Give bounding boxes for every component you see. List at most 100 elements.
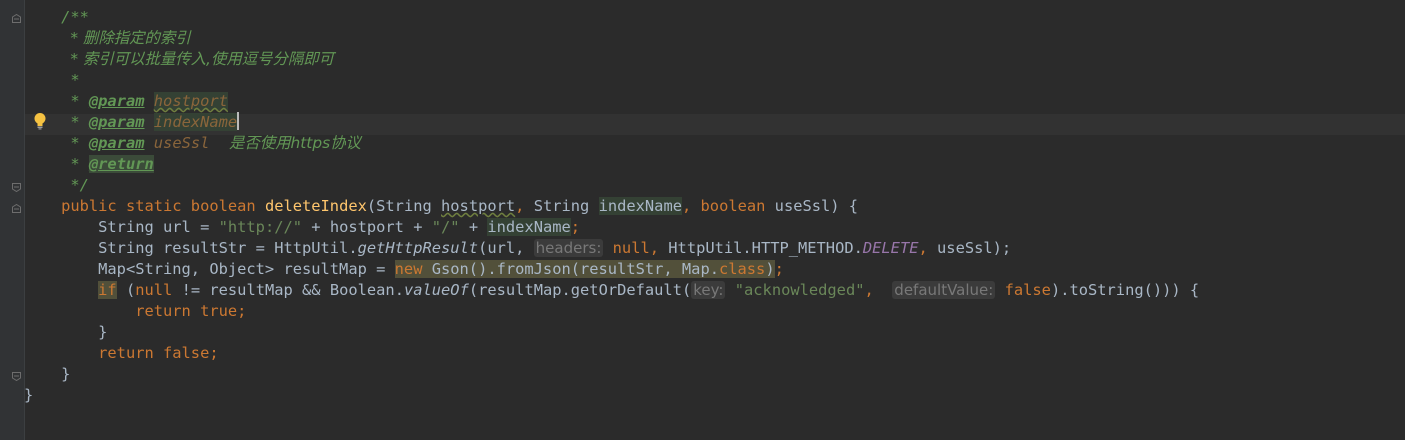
code-token: * <box>70 92 89 110</box>
fold-collapse-icon[interactable] <box>12 14 21 23</box>
code-line[interactable]: * 删除指定的索引 <box>24 28 1199 49</box>
code-token: * <box>70 71 80 89</box>
code-token: ; <box>774 260 784 278</box>
code-line[interactable]: if (null != resultMap && Boolean.valueOf… <box>24 280 1199 301</box>
code-line[interactable]: /** <box>24 7 1199 28</box>
code-token: (resultMap.getOrDefault( <box>468 281 692 299</box>
code-line[interactable]: return true; <box>24 301 1199 322</box>
code-token: */ <box>70 176 89 194</box>
code-token: } <box>24 386 34 404</box>
code-token: false <box>995 281 1051 299</box>
code-token: class <box>718 260 766 278</box>
code-line[interactable]: * @param useSsl 是否使用https协议 <box>24 133 1199 154</box>
code-token: indexName <box>598 197 682 215</box>
code-line[interactable]: public static boolean deleteIndex(String… <box>24 196 1199 217</box>
code-token: boolean <box>700 197 775 215</box>
code-token: * <box>70 113 89 131</box>
code-token: 是否使用https协议 <box>209 134 361 152</box>
fold-collapse-icon[interactable] <box>12 204 21 213</box>
code-token: String url = <box>98 218 219 236</box>
code-token: (String <box>366 197 442 215</box>
code-line[interactable]: * 索引可以批量传入,使用逗号分隔即可 <box>24 49 1199 70</box>
code-token: String resultStr = HttpUtil. <box>98 239 358 257</box>
code-line[interactable]: } <box>24 322 1199 343</box>
code-token: useSsl <box>153 134 210 152</box>
code-line[interactable]: * @param hostport <box>24 91 1199 112</box>
code-token: return false; <box>98 344 219 362</box>
code-token: , <box>649 239 669 257</box>
fold-end-icon[interactable] <box>12 372 21 381</box>
fold-end-icon[interactable] <box>12 183 21 192</box>
code-line[interactable]: * <box>24 70 1199 91</box>
code-token: new Gson().fromJson(resultStr, Map. <box>394 260 719 278</box>
code-token: @return <box>88 155 154 173</box>
code-line[interactable]: String resultStr = HttpUtil.getHttpResul… <box>24 238 1199 259</box>
code-token: , <box>864 281 893 299</box>
code-token: Map<String, Object> resultMap = <box>98 260 395 278</box>
code-token: ; <box>570 218 581 236</box>
text-cursor <box>237 112 240 130</box>
code-line[interactable]: * @param indexName <box>24 112 1199 133</box>
code-token: public static boolean <box>61 197 265 215</box>
code-token: "http://" <box>218 218 303 236</box>
code-token: HttpUtil.HTTP_METHOD. <box>668 239 863 257</box>
code-line[interactable]: * @return <box>24 154 1199 175</box>
code-token: , <box>681 197 701 215</box>
code-token: return true; <box>135 302 247 320</box>
code-token: if <box>98 281 117 299</box>
code-token: indexName <box>487 218 571 236</box>
code-token: String <box>533 197 599 215</box>
code-token: * <box>70 155 89 173</box>
code-token: "/" <box>431 218 460 236</box>
code-token: } <box>61 365 71 383</box>
code-editor[interactable]: /** * 删除指定的索引 * 索引可以批量传入,使用逗号分隔即可 * * @p… <box>24 7 1199 406</box>
code-line[interactable]: Map<String, Object> resultMap = new Gson… <box>24 259 1199 280</box>
code-line[interactable]: } <box>24 385 1199 406</box>
code-token: + hostport + <box>302 218 432 236</box>
code-token: ) <box>765 260 775 278</box>
code-token: useSsl) { <box>774 197 859 215</box>
code-token: != resultMap && Boolean. <box>172 281 404 299</box>
code-token: hostport <box>441 197 516 215</box>
code-line[interactable]: String url = "http://" + hostport + "/" … <box>24 217 1199 238</box>
code-token: , <box>515 197 534 215</box>
code-token: @param <box>88 92 145 110</box>
code-token: ( <box>116 281 136 299</box>
code-token: , <box>918 239 938 257</box>
code-token: null <box>135 281 173 299</box>
code-token: indexName <box>153 113 238 131</box>
code-token: getHttpResult <box>357 239 479 257</box>
code-token: deleteIndex <box>264 197 367 215</box>
code-token: * <box>70 134 89 152</box>
code-token: useSsl); <box>937 239 1012 257</box>
code-token: "acknowledged" <box>734 281 865 299</box>
code-line[interactable]: */ <box>24 175 1199 196</box>
code-line[interactable]: return false; <box>24 343 1199 364</box>
code-token: DELETE <box>862 239 919 257</box>
code-line[interactable]: } <box>24 364 1199 385</box>
code-token: + <box>459 218 488 236</box>
code-token: hostport <box>153 92 228 110</box>
code-token: * 索引可以批量传入,使用逗号分隔即可 <box>70 50 335 68</box>
code-token: valueOf <box>403 281 469 299</box>
parameter-hint: defaultValue: <box>892 281 996 299</box>
